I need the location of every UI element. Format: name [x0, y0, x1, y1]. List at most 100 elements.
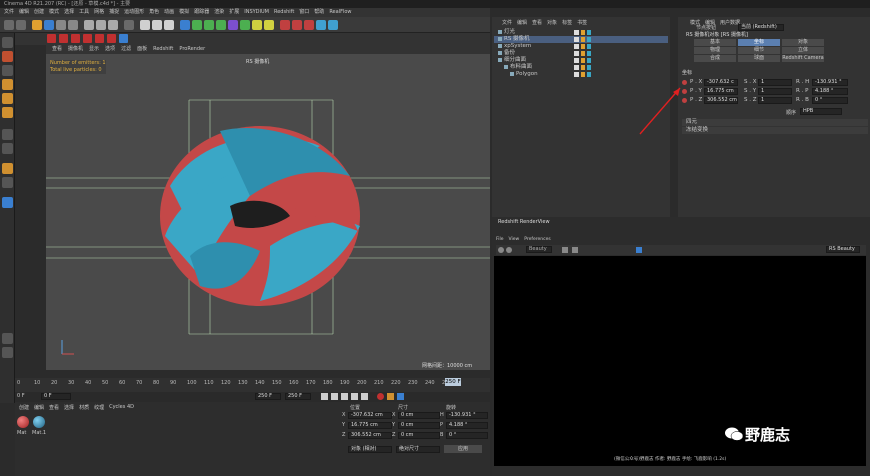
- position-field[interactable]: -307.632 cm: [348, 412, 392, 419]
- point-mode-icon[interactable]: [2, 79, 13, 90]
- quaternion-section[interactable]: 四元: [682, 119, 868, 126]
- attr-scale-field[interactable]: 1: [758, 97, 792, 104]
- object-menu-item[interactable]: 书签: [577, 19, 587, 26]
- menu-item[interactable]: 扩展: [229, 8, 239, 17]
- render-canvas[interactable]: (微信公众号)野鹿志 作者: 野鹿志 手绘: 飞鹿影响 (1.2s): [494, 256, 866, 466]
- aov-select[interactable]: RS Beauty: [826, 246, 860, 253]
- position-field[interactable]: 306.552 cm: [348, 432, 392, 439]
- deformer-icon[interactable]: [228, 20, 238, 30]
- object-row[interactable]: RS 摄像机: [494, 36, 668, 43]
- lock-icon[interactable]: [2, 163, 13, 174]
- polygon-mode-icon[interactable]: [2, 107, 13, 118]
- object-row[interactable]: 细分曲面: [494, 57, 668, 64]
- record-icon[interactable]: [377, 393, 384, 400]
- menu-item[interactable]: 模式: [49, 8, 59, 17]
- object-row[interactable]: Polygon: [494, 71, 668, 78]
- order-select[interactable]: HPB: [800, 108, 842, 115]
- camera-icon[interactable]: [252, 20, 262, 30]
- menu-item[interactable]: 窗口: [299, 8, 309, 17]
- rs-shape-icon[interactable]: [95, 34, 104, 43]
- attr-tab[interactable]: 物理: [694, 47, 736, 54]
- grid-icon[interactable]: [2, 197, 13, 208]
- size-field[interactable]: 0 cm: [398, 412, 440, 419]
- menu-item[interactable]: 模拟: [179, 8, 189, 17]
- viewport-menu-item[interactable]: 过滤: [121, 45, 131, 54]
- attr-scale-field[interactable]: 1: [758, 88, 792, 95]
- menu-item[interactable]: 渲染: [214, 8, 224, 17]
- nurbs-icon[interactable]: [204, 20, 214, 30]
- material-menu-item[interactable]: 查看: [49, 404, 59, 411]
- viewport-menu-item[interactable]: 查看: [52, 45, 62, 54]
- rs-shape-icon[interactable]: [59, 34, 68, 43]
- object-menu-item[interactable]: 编辑: [517, 19, 527, 26]
- viewport-menu-item[interactable]: ProRender: [179, 45, 205, 54]
- menu-item[interactable]: 动画: [164, 8, 174, 17]
- object-menu-item[interactable]: 查看: [532, 19, 542, 26]
- go-start-icon[interactable]: [321, 393, 328, 400]
- 3d-viewport[interactable]: RS 摄像机 网格间距：10000 cm: [46, 54, 490, 370]
- rs-shape-icon[interactable]: [71, 34, 80, 43]
- menu-item[interactable]: 文件: [4, 8, 14, 17]
- attr-tab[interactable]: 球面: [738, 55, 780, 62]
- menu-item[interactable]: RealFlow: [329, 8, 351, 17]
- timeline[interactable]: 0 10 20 30 40 50 60 70 80 90 100 110 120 130 140 150 160…: [15, 378, 490, 392]
- rotation-field[interactable]: -130.931 °: [446, 412, 488, 419]
- attr-pos-field[interactable]: -307.632 c: [704, 79, 738, 86]
- rotation-field[interactable]: 4.188 °: [446, 422, 488, 429]
- select-icon[interactable]: [32, 20, 42, 30]
- menu-item[interactable]: 创建: [34, 8, 44, 17]
- menu-item[interactable]: 跟踪器: [194, 8, 209, 17]
- timeline-frame-box[interactable]: 250 F: [445, 378, 461, 386]
- scale-icon[interactable]: [56, 20, 66, 30]
- rs-tag-icon[interactable]: [304, 20, 314, 30]
- brush-icon[interactable]: [2, 333, 13, 344]
- menu-item[interactable]: 帮助: [314, 8, 324, 17]
- viewport-menu-item[interactable]: 面板: [137, 45, 147, 54]
- light-icon[interactable]: [264, 20, 274, 30]
- attr-pos-field[interactable]: 16.775 cm: [704, 88, 738, 95]
- xp-emitter-icon[interactable]: [328, 20, 338, 30]
- renderview-menu-item[interactable]: Preferences: [524, 237, 550, 242]
- object-row[interactable]: xpSystem: [494, 43, 668, 50]
- coord-mode-select[interactable]: 对象 (相对): [348, 446, 392, 453]
- rs-shape-icon[interactable]: [119, 34, 128, 43]
- coord-system-icon[interactable]: [124, 20, 134, 30]
- snapshot-icon[interactable]: [562, 247, 568, 253]
- snap-icon[interactable]: [2, 129, 13, 140]
- paint-icon[interactable]: [2, 347, 13, 358]
- freeze-section[interactable]: 冻结变换: [682, 127, 868, 134]
- apply-button[interactable]: 应用: [444, 445, 482, 453]
- rotation-field[interactable]: 0 °: [446, 432, 488, 439]
- axis-z-icon[interactable]: [108, 20, 118, 30]
- renderview-menu-item[interactable]: View: [509, 237, 520, 242]
- axis-x-icon[interactable]: [84, 20, 94, 30]
- sculpt-icon[interactable]: [2, 177, 13, 188]
- rs-icon[interactable]: [280, 20, 290, 30]
- scene-icon[interactable]: [240, 20, 250, 30]
- menu-item[interactable]: 工具: [79, 8, 89, 17]
- attr-tab[interactable]: 基本: [694, 39, 736, 46]
- material-swatch-red[interactable]: [17, 416, 29, 428]
- position-field[interactable]: 16.775 cm: [348, 422, 392, 429]
- menu-item[interactable]: 编辑: [19, 8, 29, 17]
- viewport-menu-item[interactable]: 显示: [89, 45, 99, 54]
- region-icon[interactable]: [636, 247, 642, 253]
- attr-rot-field[interactable]: -130.931 °: [812, 79, 848, 86]
- object-row[interactable]: 布料曲面: [494, 64, 668, 71]
- object-menu-item[interactable]: 对象: [547, 19, 557, 26]
- object-menu-item[interactable]: 标签: [562, 19, 572, 26]
- attr-tab[interactable]: 细节: [738, 47, 780, 54]
- menu-item[interactable]: INSYDIUM: [244, 8, 269, 17]
- attr-tab[interactable]: 坐标: [738, 39, 780, 46]
- play-icon[interactable]: [341, 393, 348, 400]
- stop-render-icon[interactable]: [498, 247, 504, 253]
- material-menu-item[interactable]: 纹理: [94, 404, 104, 411]
- menu-item[interactable]: 角色: [149, 8, 159, 17]
- cube-icon[interactable]: [180, 20, 190, 30]
- viewport-menu-item[interactable]: Redshift: [153, 45, 173, 54]
- move-icon[interactable]: [44, 20, 54, 30]
- start-frame-field[interactable]: 0 F: [41, 393, 71, 400]
- material-menu-item[interactable]: 材质: [79, 404, 89, 411]
- render-icon[interactable]: [152, 20, 162, 30]
- renderview-menu-item[interactable]: File: [496, 237, 504, 242]
